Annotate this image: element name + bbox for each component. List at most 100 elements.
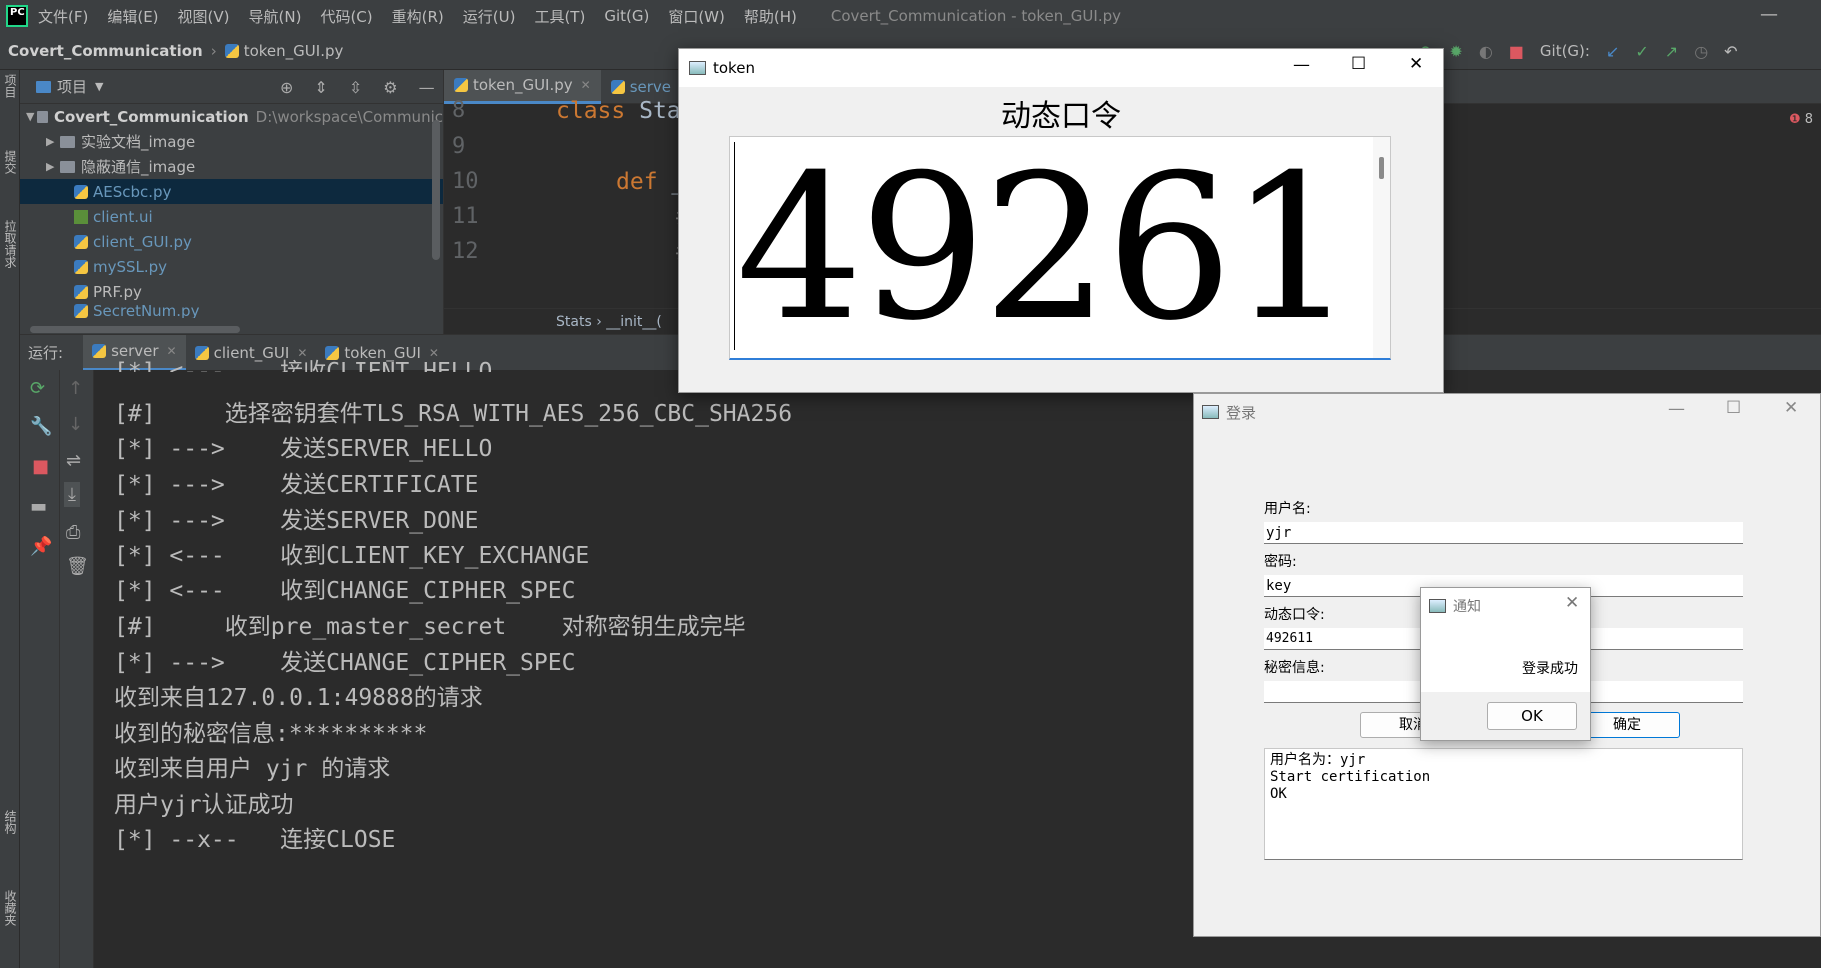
tree-file[interactable]: SecretNum.py [20, 304, 443, 318]
log-line: Start certification [1270, 769, 1431, 785]
token-window-titlebar[interactable]: token — ☐ ✕ [679, 49, 1443, 87]
project-panel: 项目 ▼ ⊕ ⇕ ⇳ ⚙ — ▼ Covert_Communication D:… [20, 70, 443, 334]
tree-file-label: PRF.py [93, 282, 142, 301]
git-rollback-icon[interactable]: ↶ [1724, 42, 1737, 61]
tree-file-label: client_GUI.py [93, 232, 192, 251]
arrow-down-icon[interactable]: ↓ [68, 414, 83, 435]
menu-window[interactable]: 窗口(W) [668, 6, 725, 27]
minimize-icon[interactable]: — [1668, 399, 1685, 419]
console-line: [#] 收到pre_master_secret 对称密钥生成完毕 [114, 614, 746, 640]
soft-wrap-icon[interactable]: ⇌ [66, 450, 81, 471]
app-window-icon [689, 61, 706, 75]
chevron-down-icon[interactable]: ▼ [95, 80, 103, 93]
tool-window-bookmarks[interactable]: 收藏夹 [2, 890, 19, 926]
debug-icon[interactable]: ✹ [1449, 42, 1462, 61]
python-file-icon [92, 344, 107, 358]
menu-code[interactable]: 代码(C) [320, 6, 372, 27]
tree-root[interactable]: ▼ Covert_Communication D:\workspace\Comm… [20, 104, 443, 129]
error-count-badge[interactable]: ❶ 8 [1789, 112, 1813, 127]
menu-help[interactable]: 帮助(H) [744, 6, 797, 27]
ui-file-icon [74, 209, 88, 224]
coverage-icon[interactable]: ◐ [1479, 42, 1493, 61]
project-scrollbar[interactable] [432, 120, 440, 260]
breadcrumb-project[interactable]: Covert_Communication [8, 42, 203, 60]
console-actions-strip: ↑ ↓ ⇌ ⤓ ⎙ 🗑 [60, 370, 94, 968]
stop-icon[interactable]: ■ [32, 456, 49, 477]
menu-navigate[interactable]: 导航(N) [249, 6, 302, 27]
login-window-titlebar[interactable]: 登录 — ☐ ✕ [1194, 394, 1820, 430]
stop-icon[interactable]: ■ [1509, 42, 1524, 61]
token-display[interactable]: 492611 [729, 136, 1391, 360]
notice-dialog-titlebar[interactable]: 通知 ✕ [1421, 588, 1590, 624]
tool-window-project[interactable]: 项目 [2, 74, 19, 98]
tree-folder[interactable]: ▶ 隐蔽通信_image [20, 154, 443, 179]
project-hscrollbar[interactable] [30, 326, 240, 333]
tool-window-pull-requests[interactable]: 拉取请求 [2, 220, 19, 268]
layout-icon[interactable]: ▬ [30, 496, 47, 517]
login-log-output[interactable]: 用户名为：yjr Start certification OK [1264, 748, 1743, 860]
tab-label: token_GUI.py [473, 76, 573, 94]
tree-file[interactable]: mySSL.py [20, 254, 443, 279]
tool-window-commit[interactable]: 提交 [2, 150, 19, 174]
tool-window-structure[interactable]: 结构 [2, 810, 19, 834]
tree-folder[interactable]: ▶ 实验文档_image [20, 129, 443, 154]
console-line: [*] <--- 接收CLIENT_HELLO [114, 359, 493, 372]
chevron-right-icon[interactable]: ▶ [46, 160, 60, 173]
token-heading: 动态口令 [1001, 99, 1121, 134]
tree-file-selected[interactable]: AEScbc.py [20, 179, 443, 204]
log-line: 用户名为：yjr [1270, 752, 1366, 768]
text-caret [734, 142, 735, 350]
menu-file[interactable]: 文件(F) [38, 6, 88, 27]
menu-view[interactable]: 视图(V) [178, 6, 230, 27]
hide-icon[interactable]: — [419, 78, 435, 97]
tree-file[interactable]: PRF.py [20, 279, 443, 304]
minimize-icon[interactable]: — [1293, 55, 1310, 75]
project-panel-title[interactable]: 项目 [57, 76, 87, 97]
git-update-icon[interactable]: ↙ [1606, 42, 1619, 61]
menu-run[interactable]: 运行(U) [463, 6, 516, 27]
code-line[interactable]: class Sta [556, 98, 681, 124]
menu-edit[interactable]: 编辑(E) [107, 6, 158, 27]
line-number: 11 [452, 204, 479, 229]
arrow-up-icon[interactable]: ↑ [68, 378, 83, 399]
ok-button[interactable]: OK [1487, 702, 1577, 730]
rerun-icon[interactable]: ⟳ [30, 378, 45, 399]
python-file-icon [454, 78, 468, 92]
gear-icon[interactable]: ⚙ [383, 78, 397, 97]
run-toolbar: ⟳ ✹ ◐ ■ Git(G): ↙ ✓ ↗ ◷ ↶ [1420, 32, 1738, 70]
menu-tools[interactable]: 工具(T) [534, 6, 585, 27]
tree-file[interactable]: client_GUI.py [20, 229, 443, 254]
login-window-title: 登录 [1226, 403, 1257, 422]
maximize-icon[interactable]: ☐ [1351, 54, 1366, 74]
chevron-down-icon[interactable]: ▼ [26, 110, 37, 123]
token-scrollbar[interactable] [1373, 137, 1390, 358]
maximize-icon[interactable]: ☐ [1726, 398, 1741, 418]
chevron-right-icon[interactable]: ▶ [46, 135, 60, 148]
scrollbar-thumb[interactable] [1379, 157, 1384, 179]
close-icon[interactable]: ✕ [581, 78, 591, 92]
console-line: [*] ---> 发送CHANGE_CIPHER_SPEC [114, 650, 576, 676]
menu-git[interactable]: Git(G) [604, 7, 649, 25]
close-icon[interactable]: ✕ [1409, 54, 1423, 74]
pin-icon[interactable]: 📌 [30, 536, 52, 557]
tree-file[interactable]: client.ui [20, 204, 443, 229]
git-history-icon[interactable]: ◷ [1694, 42, 1708, 61]
trash-icon[interactable]: 🗑 [66, 556, 89, 577]
collapse-all-icon[interactable]: ⇳ [349, 78, 362, 97]
print-icon[interactable]: ⎙ [66, 522, 80, 543]
username-field[interactable]: yjr [1264, 522, 1743, 544]
locate-icon[interactable]: ⊕ [280, 78, 293, 97]
close-icon[interactable]: ✕ [1565, 593, 1579, 613]
expand-all-icon[interactable]: ⇕ [314, 78, 327, 97]
scroll-to-end-icon[interactable]: ⤓ [64, 482, 80, 507]
project-panel-header: 项目 ▼ ⊕ ⇕ ⇳ ⚙ — [20, 70, 443, 104]
breadcrumb-file[interactable]: token_GUI.py [244, 42, 344, 60]
wrench-icon[interactable]: 🔧 [30, 416, 52, 437]
code-line[interactable]: def _ [616, 169, 685, 195]
minimize-icon[interactable]: — [1760, 4, 1778, 25]
git-push-icon[interactable]: ↗ [1665, 42, 1678, 61]
log-line: OK [1270, 786, 1287, 802]
git-commit-icon[interactable]: ✓ [1635, 42, 1648, 61]
menu-refactor[interactable]: 重构(R) [392, 6, 444, 27]
close-icon[interactable]: ✕ [1784, 398, 1798, 418]
